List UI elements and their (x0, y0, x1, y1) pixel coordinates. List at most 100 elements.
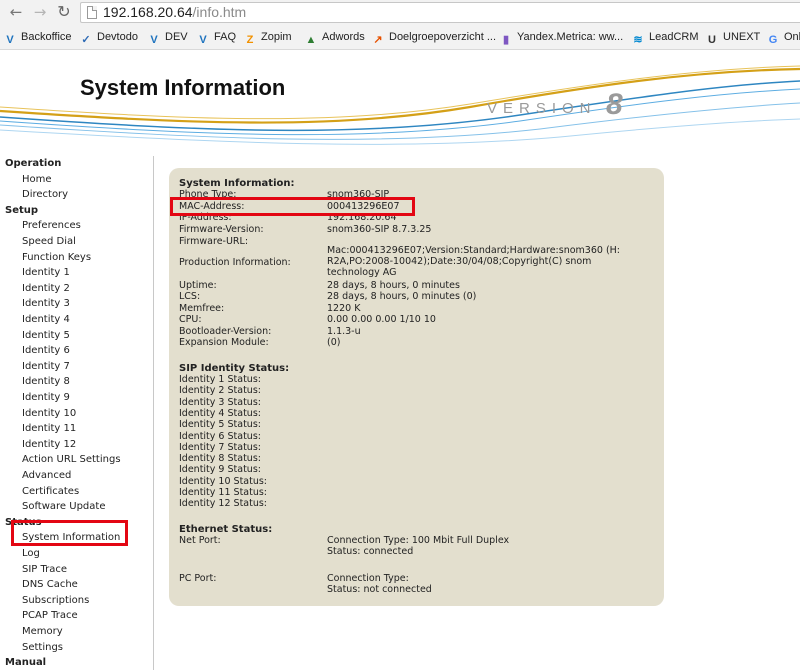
bookmark-label: LeadCRM (649, 31, 699, 43)
lcs-label: LCS: (179, 291, 201, 302)
sidebar-item-memory[interactable]: Memory (22, 624, 63, 639)
sidebar-item-advanced[interactable]: Advanced (22, 468, 71, 483)
sidebar-item-speed-dial[interactable]: Speed Dial (22, 234, 76, 249)
pc-port-status: Status: not connected (327, 584, 432, 595)
bookmark-item[interactable]: ≋ LeadCRM (631, 28, 699, 46)
address-bar[interactable]: 192.168.20.64/info.htm (80, 2, 800, 23)
sidebar-item-identity-1[interactable]: Identity 1 (22, 265, 70, 280)
bookmark-label: DEV (165, 31, 188, 43)
bookmark-icon: ↗ (373, 34, 383, 46)
bookmark-item[interactable]: G Onl (766, 28, 800, 46)
bookmark-icon: G (768, 34, 778, 46)
firmware-version-value: snom360-SIP 8.7.3.25 (327, 224, 432, 235)
bookmark-label: FAQ (214, 31, 237, 43)
bookmarks-bar: V Backoffice ✓ Devtodo V DEV V FAQ Z Zopim ▲ Adword… (0, 26, 800, 48)
cpu-label: CPU: (179, 314, 202, 325)
bookmark-item[interactable]: ▮ Yandex.Metrica: ww... (499, 28, 623, 46)
sidebar-item-directory[interactable]: Directory (22, 187, 68, 202)
mac-address-highlight (170, 197, 415, 216)
identity-status-label: Identity 11 Status: (179, 487, 268, 498)
ethernet-heading: Ethernet Status: (179, 524, 273, 535)
browser-chrome: ← → ↻ 192.168.20.64/info.htm V Backoffice… (0, 0, 800, 50)
reload-icon[interactable]: ↻ (54, 2, 74, 22)
identity-status-label: Identity 3 Status: (179, 396, 261, 408)
bookmark-item[interactable]: Z Zopim (243, 28, 292, 46)
net-port-status: Status: connected (327, 546, 414, 557)
bookmark-item[interactable]: U UNEXT (705, 28, 760, 46)
memfree-value: 1220 K (327, 303, 361, 314)
sidebar-item-preferences[interactable]: Preferences (22, 218, 81, 233)
firmware-url-label: Firmware-URL: (179, 236, 249, 247)
net-port-connection: Connection Type: 100 Mbit Full Duplex (327, 535, 510, 546)
bookmark-label: Zopim (261, 31, 292, 43)
identity-status-label: Identity 9 Status: (179, 464, 261, 476)
bookmark-icon: ▮ (502, 34, 510, 46)
sidebar-item-identity-11[interactable]: Identity 11 (22, 421, 76, 436)
cpu-value: 0.00 0.00 0.00 1/10 10 (327, 314, 436, 325)
url-text: 192.168.20.64/info.htm (103, 4, 246, 20)
bookmark-item[interactable]: V Backoffice (3, 28, 71, 46)
bootloader-version-value: 1.1.3-u (327, 326, 361, 337)
firmware-version-label: Firmware-Version: (179, 224, 264, 235)
bookmark-icon: V (150, 34, 158, 46)
sidebar-item-settings[interactable]: Settings (22, 640, 63, 655)
bookmark-label: Doelgroepoverzicht ... (389, 31, 496, 43)
pc-port-label: PC Port: (179, 573, 217, 584)
sidebar-item-identity-5[interactable]: Identity 5 (22, 328, 70, 343)
bookmark-label: Onl (784, 31, 800, 43)
expansion-module-label: Expansion Module: (179, 337, 269, 348)
sidebar-item-identity-9[interactable]: Identity 9 (22, 390, 70, 405)
sidebar-nav: Operation Home Directory Setup Preferences Sp… (0, 156, 154, 670)
sidebar-item-subscriptions[interactable]: Subscriptions (22, 593, 89, 608)
lcs-value: 28 days, 8 hours, 0 minutes (0) (327, 291, 477, 302)
production-information-label: Production Information: (179, 257, 291, 268)
sidebar-item-dns-cache[interactable]: DNS Cache (22, 577, 78, 592)
system-info-heading: System Information: (179, 178, 295, 189)
page-header: System Information VERSION 8 (0, 51, 800, 147)
sidebar-item-sip-trace[interactable]: SIP Trace (22, 562, 67, 577)
net-port-label: Net Port: (179, 535, 221, 546)
sidebar-item-identity-3[interactable]: Identity 3 (22, 296, 70, 311)
info-panel: System Information: SIP Identity Status:… (169, 168, 664, 606)
bootloader-version-label: Bootloader-Version: (179, 326, 272, 337)
identity-status-label: Identity 4 Status: (179, 407, 261, 419)
identity-status-label: Identity 12 Status: (179, 498, 268, 510)
bookmark-label: Yandex.Metrica: ww... (517, 31, 624, 43)
bookmark-item[interactable]: V DEV (147, 28, 188, 46)
page-title: System Information (80, 75, 286, 100)
sidebar-item-log[interactable]: Log (22, 546, 40, 561)
sidebar-item-identity-2[interactable]: Identity 2 (22, 281, 70, 296)
identity-status-label: Identity 10 Status: (179, 475, 268, 487)
back-arrow-icon[interactable]: ← (6, 2, 26, 22)
sidebar-item-identity-12[interactable]: Identity 12 (22, 437, 76, 452)
identity-status-label: Identity 2 Status: (179, 385, 261, 397)
identity-status-label: Identity 5 Status: (179, 419, 261, 431)
sidebar-item-software-update[interactable]: Software Update (22, 499, 105, 514)
uptime-label: Uptime: (179, 280, 217, 291)
sidebar-item-identity-7[interactable]: Identity 7 (22, 359, 70, 374)
bookmark-label: Adwords (322, 31, 365, 43)
bookmark-icon: V (199, 34, 207, 46)
sidebar-item-identity-6[interactable]: Identity 6 (22, 343, 70, 358)
sidebar-item-function-keys[interactable]: Function Keys (22, 250, 91, 265)
bookmark-icon: U (708, 34, 716, 46)
bookmark-icon: ▲ (305, 34, 317, 46)
sidebar-item-pcap-trace[interactable]: PCAP Trace (22, 608, 78, 623)
bookmark-item[interactable]: ▲ Adwords (304, 28, 365, 46)
sidebar-item-identity-8[interactable]: Identity 8 (22, 374, 70, 389)
bookmark-label: Devtodo (97, 31, 138, 43)
pc-port-connection: Connection Type: (327, 573, 409, 584)
bookmark-item[interactable]: ✓ Devtodo (79, 28, 138, 46)
sidebar-item-identity-10[interactable]: Identity 10 (22, 406, 76, 421)
forward-arrow-icon[interactable]: → (30, 2, 50, 22)
sidebar-item-certificates[interactable]: Certificates (22, 484, 79, 499)
system-information-highlight (11, 520, 128, 546)
memfree-label: Memfree: (179, 303, 225, 314)
sidebar-item-home[interactable]: Home (22, 172, 52, 187)
bookmark-icon: ≋ (633, 34, 643, 46)
bookmark-item[interactable]: V FAQ (196, 28, 236, 46)
bookmark-item[interactable]: ↗ Doelgroepoverzicht ... (371, 28, 496, 46)
url-path: /info.htm (192, 4, 247, 20)
sidebar-item-action-url-settings[interactable]: Action URL Settings (22, 452, 121, 467)
sidebar-item-identity-4[interactable]: Identity 4 (22, 312, 70, 327)
